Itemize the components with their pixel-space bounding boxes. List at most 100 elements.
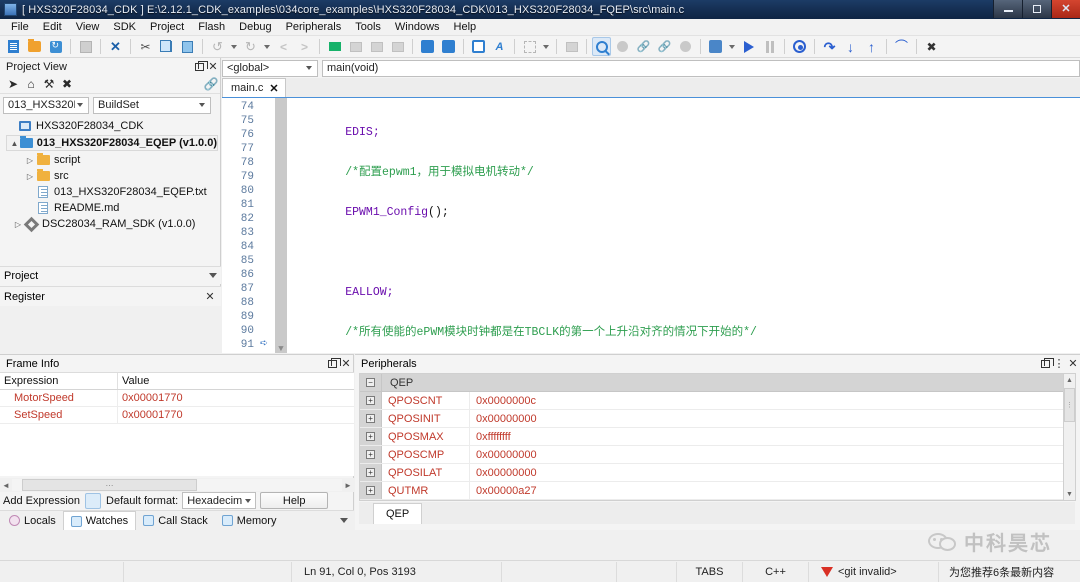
disable-bp-icon[interactable] [676, 37, 695, 56]
redo-icon[interactable]: ↻ [241, 37, 260, 56]
default-format-combo[interactable]: Hexadecimal [182, 492, 257, 509]
scroll-track[interactable]: ⋯ [12, 479, 342, 491]
menu-debug[interactable]: Debug [232, 19, 278, 35]
menu-project[interactable]: Project [143, 19, 191, 35]
expand-toggle[interactable]: + [360, 482, 382, 499]
restore-icon[interactable] [192, 60, 208, 74]
add-expression-label[interactable]: Add Expression [3, 495, 80, 507]
step-into-icon[interactable]: ↓ [841, 37, 860, 56]
link-icon[interactable]: 🔗 [634, 37, 653, 56]
column-header-expression[interactable]: Expression [0, 373, 118, 389]
breakpoint-icon[interactable] [613, 37, 632, 56]
scroll-left-icon[interactable]: ◄ [0, 481, 12, 490]
registers-dropdown-icon[interactable] [729, 44, 735, 49]
restore-icon[interactable] [1038, 357, 1054, 371]
tab-main-c[interactable]: main.c ✕ [222, 78, 286, 97]
project-combo[interactable]: 013_HXS320F2 [3, 96, 89, 114]
table-row[interactable]: MotorSpeed 0x00001770 [0, 390, 354, 407]
tree-item-src[interactable]: ▷ src [2, 168, 220, 184]
table-row[interactable]: SetSpeed 0x00001770 [0, 407, 354, 424]
link-icon[interactable]: 🔗 [202, 76, 220, 93]
menu-windows[interactable]: Windows [388, 19, 447, 35]
debug-search-icon[interactable] [592, 37, 611, 56]
chevron-down-icon[interactable] [340, 518, 348, 523]
bookmark-dropdown-icon[interactable] [543, 44, 549, 49]
watch-horizontal-scrollbar[interactable]: ◄ ⋯ ► [0, 478, 354, 492]
tree-expander[interactable]: ▲ [9, 139, 20, 148]
table-row-partial[interactable]: + [360, 500, 1066, 501]
buildset-combo[interactable]: BuildSet [93, 96, 211, 114]
tree-item-txt[interactable]: 013_HXS320F28034_EQEP.txt [2, 184, 220, 200]
nav-forward-icon[interactable]: > [295, 37, 314, 56]
find-icon[interactable] [418, 37, 437, 56]
table-row[interactable]: + QPOSCMP 0x00000000 [360, 446, 1066, 464]
expand-toggle[interactable]: + [360, 392, 382, 409]
expand-toggle[interactable]: + [360, 500, 382, 501]
clean-icon[interactable] [388, 37, 407, 56]
scroll-right-icon[interactable]: ► [342, 481, 354, 490]
save-icon[interactable] [76, 37, 95, 56]
status-notification[interactable]: 为您推荐6条最新内容 [939, 562, 1080, 582]
tab-qep[interactable]: QEP [373, 503, 423, 524]
fold-arrow-icon[interactable]: ▼ [276, 344, 286, 353]
column-header-value[interactable]: Value [118, 373, 354, 389]
copy-icon[interactable] [157, 37, 176, 56]
expand-toggle[interactable]: + [360, 464, 382, 481]
build-tools-icon[interactable]: ⚒ [40, 76, 58, 93]
menu-edit[interactable]: Edit [36, 19, 69, 35]
code-editor[interactable]: 74 75 76 77 78 79 80 81 82 83 84 85 86 8… [222, 97, 1080, 353]
tree-item-readme[interactable]: README.md [2, 200, 220, 216]
project-tab-bar[interactable]: Project [0, 266, 221, 284]
table-row[interactable]: + QPOSMAX 0xffffffff [360, 428, 1066, 446]
close-icon[interactable]: ✕ [203, 290, 217, 304]
peripherals-table[interactable]: − QEP + QPOSCNT 0x0000000c + QPOSINIT 0x… [359, 373, 1067, 501]
menu-view[interactable]: View [69, 19, 107, 35]
add-watch-icon[interactable] [85, 492, 102, 509]
run-icon[interactable] [739, 37, 758, 56]
close-icon[interactable]: ✕ [1066, 357, 1080, 371]
stop-icon[interactable] [790, 37, 809, 56]
bookmark-icon[interactable] [520, 37, 539, 56]
tree-expander[interactable]: ▷ [24, 156, 36, 165]
tab-call-stack[interactable]: Call Stack [136, 511, 215, 530]
nav-back-icon[interactable]: < [274, 37, 293, 56]
registers-icon[interactable] [706, 37, 725, 56]
tree-item-root[interactable]: HXS320F28034_CDK [2, 118, 220, 134]
expand-toggle[interactable]: + [360, 410, 382, 427]
table-row[interactable]: + QUTMR 0x00000a27 [360, 482, 1066, 500]
minimize-button[interactable] [993, 0, 1022, 18]
close-icon[interactable]: ✕ [206, 60, 220, 74]
tree-item-project[interactable]: ▲ 013_HXS320F28034_EQEP (v1.0.0) [6, 135, 218, 151]
table-row[interactable]: + QPOSCNT 0x0000000c [360, 392, 1066, 410]
scroll-thumb[interactable]: ⋮ [1064, 388, 1075, 422]
bug-icon[interactable]: ✖ [58, 76, 76, 93]
function-bar[interactable]: main(void) [322, 59, 1080, 77]
terminate-icon[interactable]: ✖ [922, 37, 941, 56]
scroll-down-icon[interactable]: ▼ [1064, 488, 1075, 500]
breakpoint-margin[interactable]: ➪ [258, 98, 275, 353]
close-icon[interactable]: ✕ [339, 357, 353, 371]
menu-tools[interactable]: Tools [348, 19, 388, 35]
tree-expander[interactable]: ▷ [12, 220, 24, 229]
folding-scroll-thumb[interactable] [275, 98, 287, 353]
menu-sdk[interactable]: SDK [106, 19, 143, 35]
restore-icon[interactable] [325, 357, 341, 371]
collapse-toggle[interactable]: − [360, 374, 382, 391]
scope-combo[interactable]: <global> [222, 59, 318, 77]
tab-memory[interactable]: Memory [215, 511, 284, 530]
menu-file[interactable]: File [4, 19, 36, 35]
step-over-icon[interactable]: ↷ [820, 37, 839, 56]
menu-icon[interactable]: ⋮ [1052, 357, 1066, 371]
status-git[interactable]: <git invalid> [809, 561, 939, 582]
tree-item-script[interactable]: ▷ script [2, 152, 220, 168]
maximize-button[interactable] [1022, 0, 1051, 18]
close-icon[interactable]: ✕ [269, 82, 278, 95]
close-x-icon[interactable]: ✕ [106, 37, 125, 56]
help-button[interactable]: Help [260, 492, 329, 509]
find-replace-icon[interactable] [439, 37, 458, 56]
open-folder-icon[interactable] [25, 37, 44, 56]
scroll-thumb[interactable]: ⋯ [22, 479, 197, 491]
tree-item-sdk[interactable]: ▷ DSC28034_RAM_SDK (v1.0.0) [2, 216, 220, 232]
expand-toggle[interactable]: + [360, 446, 382, 463]
undo-dropdown-icon[interactable] [231, 44, 237, 49]
